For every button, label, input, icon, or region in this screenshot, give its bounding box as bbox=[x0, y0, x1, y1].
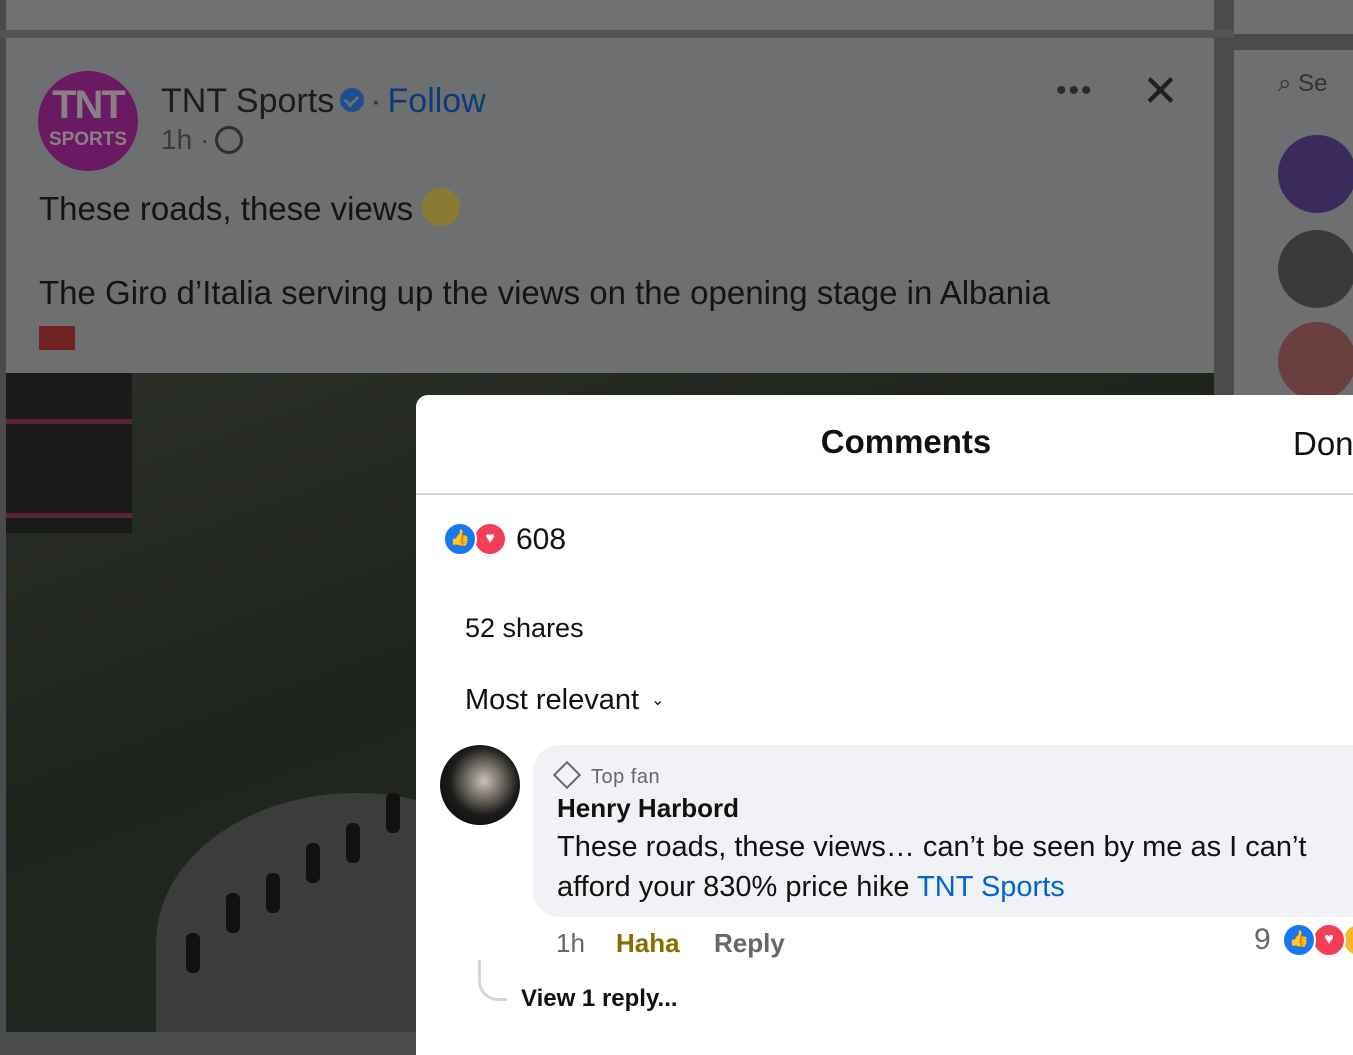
contact-avatar[interactable] bbox=[1278, 322, 1353, 400]
comment-time[interactable]: 1h bbox=[556, 928, 585, 959]
post-time[interactable]: 1h bbox=[161, 124, 192, 155]
avatar-logo-subtext: SPORTS bbox=[48, 129, 128, 150]
diamond-icon bbox=[552, 760, 582, 790]
more-options-button[interactable]: ••• bbox=[1056, 74, 1094, 108]
header-separator: · bbox=[370, 82, 382, 120]
comment-author[interactable]: Henry Harbord bbox=[557, 793, 739, 824]
video-rider bbox=[346, 823, 360, 863]
comments-title: Comments bbox=[820, 423, 992, 460]
reply-button[interactable]: Reply bbox=[714, 928, 785, 959]
view-replies-button[interactable]: View 1 reply... bbox=[521, 985, 678, 1013]
video-rider bbox=[266, 873, 280, 913]
right-sidebar-separator bbox=[1234, 34, 1353, 50]
right-sidebar-top bbox=[1234, 0, 1353, 34]
video-rider bbox=[306, 843, 320, 883]
comment-sort-dropdown[interactable]: Most relevant ⌄ bbox=[465, 684, 664, 717]
comments-sheet: Comments Done 👍 ♥ 608 52 shares Most rel… bbox=[416, 395, 1353, 1055]
haha-reaction-button[interactable]: Haha bbox=[616, 928, 680, 959]
video-rider bbox=[386, 793, 400, 833]
post-header: TNT Sports · Follow bbox=[161, 82, 486, 121]
contacts-search-label: Se bbox=[1298, 70, 1328, 97]
meta-separator: · bbox=[199, 124, 210, 155]
video-rider bbox=[186, 933, 200, 973]
top-fan-label: Top fan bbox=[591, 766, 661, 788]
chevron-down-icon: ⌄ bbox=[651, 692, 665, 709]
commenter-avatar[interactable] bbox=[440, 745, 520, 825]
right-sidebar: ⌕ Se bbox=[1234, 0, 1353, 400]
comments-sheet-header: Comments Done bbox=[416, 395, 1353, 495]
albania-flag-icon bbox=[39, 325, 75, 350]
reply-thread-line bbox=[478, 960, 507, 1001]
feed-separator bbox=[0, 30, 1353, 38]
like-reaction-icon: 👍 bbox=[443, 522, 477, 556]
contact-avatar[interactable] bbox=[1278, 135, 1353, 213]
shares-count[interactable]: 52 shares bbox=[465, 613, 584, 644]
post-meta: 1h · bbox=[161, 124, 244, 156]
globe-icon bbox=[215, 125, 244, 154]
video-overlay-graphic bbox=[6, 373, 132, 533]
contact-avatar[interactable] bbox=[1278, 230, 1353, 308]
love-reaction-icon: ♥ bbox=[1312, 923, 1346, 957]
sort-label: Most relevant bbox=[465, 684, 640, 716]
heart-eyes-emoji-icon bbox=[422, 188, 461, 227]
verified-badge-icon bbox=[340, 88, 365, 113]
post-body: These roads, these views The Giro d’Ital… bbox=[39, 188, 1050, 356]
like-reaction-icon: 👍 bbox=[1282, 923, 1316, 957]
mention-link[interactable]: TNT Sports bbox=[917, 871, 1065, 903]
comment-text: These roads, these views… can’t be seen … bbox=[557, 827, 1353, 907]
comment-bubble: Top fan Henry Harbord These roads, these… bbox=[533, 745, 1353, 917]
close-icon[interactable]: ✕ bbox=[1142, 66, 1179, 117]
follow-button[interactable]: Follow bbox=[388, 82, 486, 120]
video-rider bbox=[226, 893, 240, 933]
post-text-line-1: These roads, these views bbox=[39, 190, 414, 227]
comment-reaction-count[interactable]: 9 bbox=[1254, 923, 1271, 957]
done-button[interactable]: Done bbox=[1293, 425, 1353, 463]
love-reaction-icon: ♥ bbox=[473, 522, 507, 556]
post-text-line-2: The Giro d’Italia serving up the views o… bbox=[39, 274, 1050, 312]
page-avatar[interactable]: TNT SPORTS bbox=[38, 71, 138, 171]
page-name-link[interactable]: TNT Sports bbox=[161, 82, 334, 120]
reaction-count[interactable]: 608 bbox=[516, 523, 566, 557]
previous-post-action-bar bbox=[6, 0, 1214, 30]
top-fan-badge: Top fan bbox=[552, 760, 661, 790]
contacts-search-icon[interactable]: ⌕ Se bbox=[1278, 70, 1327, 98]
avatar-logo-text: TNT bbox=[52, 83, 126, 127]
